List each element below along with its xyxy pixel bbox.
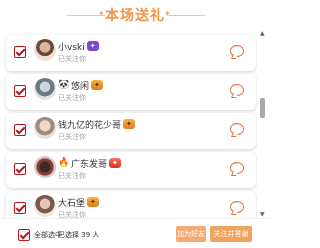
- add-friend-button[interactable]: 加为好友: [176, 226, 206, 242]
- follow-and-thank-button[interactable]: 关注并答谢: [210, 226, 252, 242]
- chat-bubble-icon[interactable]: [230, 81, 244, 96]
- list-item[interactable]: 🔥 广东发哥 ✦ 已关注你: [6, 152, 256, 188]
- checkbox[interactable]: [14, 163, 26, 175]
- chat-bubble-icon[interactable]: [230, 198, 244, 213]
- user-name: 钱九亿的花少哥: [58, 120, 122, 131]
- follow-status: 已关注你: [58, 94, 86, 102]
- page-title: 本场送礼: [105, 8, 165, 24]
- user-name: 悠闲: [71, 81, 90, 92]
- checkbox[interactable]: [14, 46, 26, 58]
- follow-status: 已关注你: [58, 172, 86, 180]
- user-name: 广东发哥: [71, 159, 108, 170]
- level-badge-icon: ✦: [91, 80, 103, 90]
- name-row: 🔥 广东发哥 ✦: [58, 157, 121, 170]
- selected-prefix: 已选择: [58, 231, 79, 239]
- scroll-up-arrow-icon[interactable]: ▲: [260, 30, 265, 37]
- gifter-list[interactable]: 小vski ✦ 已关注你 🐼 悠闲 ✦ 已关注你 钱九亿的花少哥 ✦ 已关注你 …: [0, 28, 257, 218]
- list-item[interactable]: 小vski ✦ 已关注你: [6, 35, 256, 71]
- footer-bar: 全部选中 已选择 39 人 加为好友 关注并答谢: [0, 218, 270, 248]
- scroll-thumb[interactable]: [260, 98, 265, 118]
- level-badge-icon: ✦: [86, 41, 99, 51]
- name-row: 钱九亿的花少哥 ✦: [58, 118, 135, 131]
- selected-suffix: 人: [92, 231, 100, 239]
- chat-bubble-icon[interactable]: [230, 42, 244, 57]
- avatar[interactable]: [34, 156, 56, 178]
- checkbox[interactable]: [14, 85, 26, 97]
- name-row: 小vski ✦: [58, 40, 99, 53]
- list-item[interactable]: 钱九亿的花少哥 ✦ 已关注你: [6, 113, 256, 149]
- chat-bubble-icon[interactable]: [230, 120, 244, 135]
- list-item[interactable]: 大石堡 ✦ 已关注你: [6, 191, 256, 218]
- selected-count-number: 39: [81, 231, 91, 239]
- list-item[interactable]: 🐼 悠闲 ✦ 已关注你: [6, 74, 256, 110]
- selected-count: 已选择 39 人: [58, 230, 99, 240]
- name-row: 🐼 悠闲 ✦: [58, 79, 103, 92]
- avatar[interactable]: [34, 39, 56, 61]
- scroll-down-arrow-icon[interactable]: ▼: [260, 211, 265, 218]
- chat-bubble-icon[interactable]: [230, 159, 244, 174]
- level-badge-icon: ✦: [87, 197, 99, 207]
- sparkle-icon: ✦: [164, 9, 171, 18]
- header: ✦ 本场送礼 ✦: [0, 0, 270, 28]
- scrollbar[interactable]: ▲ ▼: [259, 30, 266, 218]
- select-all-checkbox[interactable]: [18, 229, 30, 241]
- follow-status: 已关注你: [58, 133, 86, 141]
- user-name: 大石堡: [58, 198, 86, 209]
- user-name: 小vski: [58, 42, 85, 53]
- panda-icon: 🐼: [58, 79, 70, 90]
- avatar[interactable]: [34, 78, 56, 100]
- avatar[interactable]: [34, 117, 56, 139]
- title-decoration-right: [167, 15, 205, 16]
- checkbox[interactable]: [14, 124, 26, 136]
- flame-icon: 🔥: [58, 157, 70, 168]
- level-badge-icon: ✦: [109, 158, 121, 168]
- checkbox[interactable]: [14, 202, 26, 214]
- level-badge-icon: ✦: [123, 119, 135, 129]
- name-row: 大石堡 ✦: [58, 196, 99, 209]
- avatar[interactable]: [34, 195, 56, 217]
- follow-status: 已关注你: [58, 55, 86, 63]
- follow-status: 已关注你: [58, 211, 86, 218]
